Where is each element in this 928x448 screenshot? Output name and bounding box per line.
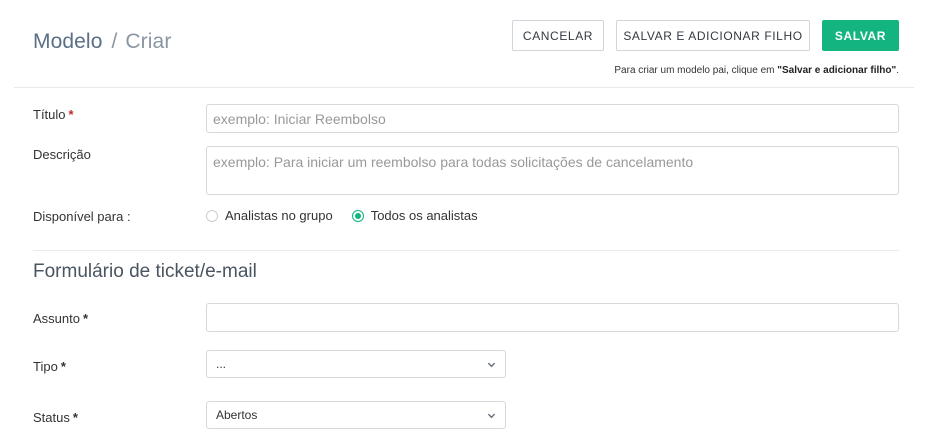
breadcrumb: Modelo / Criar (33, 30, 171, 54)
save-button[interactable]: SALVAR (822, 20, 899, 51)
chevron-down-icon (487, 362, 496, 367)
required-marker: * (72, 410, 78, 425)
status-label: Status * (33, 410, 78, 425)
radio-analysts-in-group[interactable]: Analistas no grupo (206, 208, 333, 223)
subject-input[interactable] (206, 303, 899, 332)
available-for-radio-group: Analistas no grupo Todos os analistas (206, 208, 497, 223)
header-divider (14, 87, 914, 88)
type-label: Tipo * (33, 359, 66, 374)
radio-all-analysts-label: Todos os analistas (370, 208, 478, 223)
hint-emphasis: "Salvar e adicionar filho" (777, 65, 897, 76)
cancel-button[interactable]: CANCELAR (512, 20, 604, 51)
available-for-label: Disponível para : (33, 209, 131, 224)
radio-unchecked-icon (206, 209, 218, 222)
radio-analysts-in-group-label: Analistas no grupo (225, 208, 333, 223)
radio-all-analysts[interactable]: Todos os analistas (351, 208, 478, 223)
status-select[interactable]: Abertos (206, 401, 506, 429)
ticket-section-title: Formulário de ticket/e-mail (33, 261, 257, 282)
required-marker: * (82, 311, 89, 326)
title-label-text: Título (33, 107, 66, 122)
type-label-text: Tipo (33, 359, 58, 374)
hint-suffix: . (896, 65, 899, 76)
subject-label-text: Assunto (33, 311, 80, 326)
hint-text: Para criar um modelo pai, clique em "Sal… (614, 65, 899, 76)
subject-label: Assunto * (33, 311, 88, 326)
title-input-placeholder: exemplo: Iniciar Reembolso (213, 110, 386, 127)
status-label-text: Status (33, 410, 70, 425)
required-marker: * (68, 107, 74, 122)
title-input[interactable]: exemplo: Iniciar Reembolso (206, 104, 899, 133)
hint-prefix: Para criar um modelo pai, clique em (614, 65, 778, 76)
description-placeholder: exemplo: Para iniciar um reembolso para … (213, 154, 694, 170)
required-marker: * (60, 359, 66, 374)
title-label: Título * (33, 107, 74, 122)
chevron-down-icon (487, 413, 496, 418)
save-and-add-child-button[interactable]: SALVAR E ADICIONAR FILHO (616, 20, 810, 51)
description-label: Descrição (33, 147, 91, 162)
breadcrumb-current: Criar (125, 30, 172, 53)
type-select[interactable]: ... (206, 350, 506, 378)
breadcrumb-separator: / (111, 30, 118, 53)
section-divider (33, 250, 899, 251)
radio-checked-icon (351, 209, 364, 222)
description-textarea[interactable]: exemplo: Para iniciar um reembolso para … (206, 146, 899, 195)
status-select-value: Abertos (216, 408, 258, 422)
breadcrumb-root[interactable]: Modelo (33, 30, 102, 53)
type-select-value: ... (216, 357, 227, 371)
